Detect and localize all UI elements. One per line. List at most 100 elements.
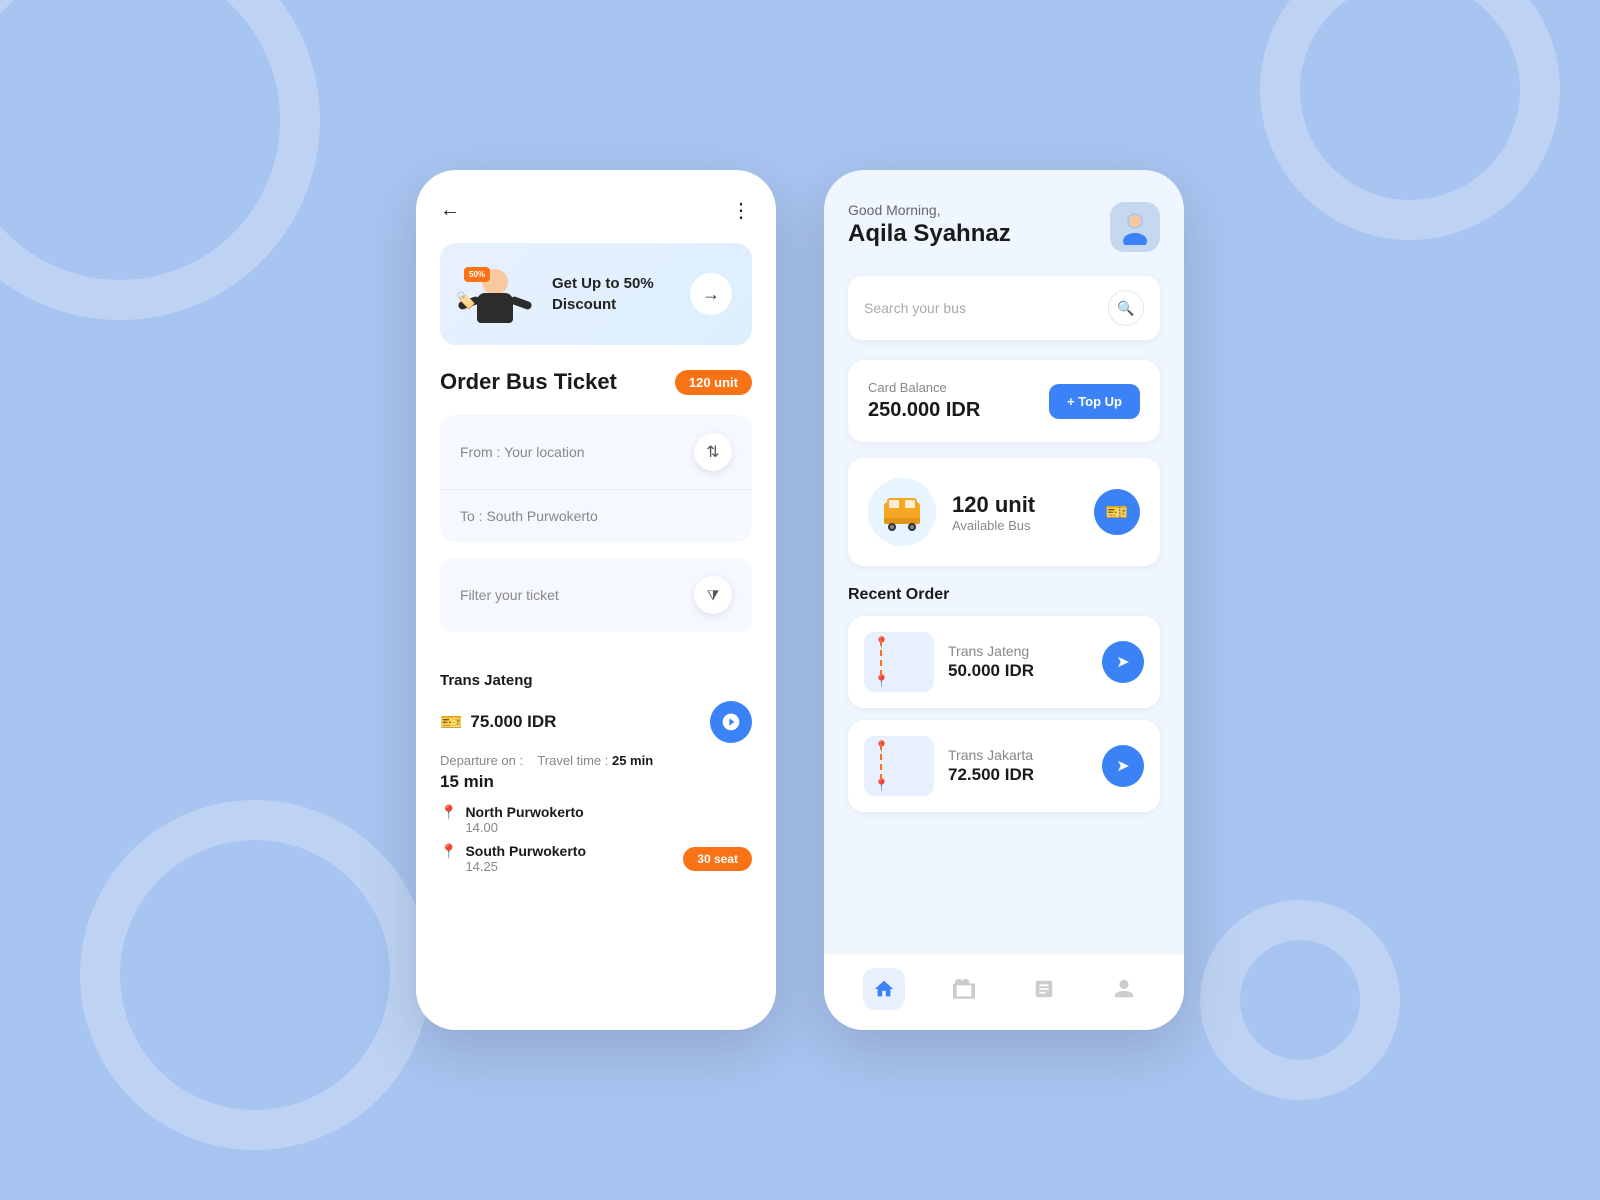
bus-icon [880, 490, 924, 534]
bus-card: 120 unit Available Bus 🎫 [848, 458, 1160, 566]
stop-north-name: North Purwokerto [465, 804, 583, 820]
back-button[interactable]: ← [440, 199, 460, 222]
bus-count: 120 unit [952, 492, 1094, 518]
bus-sub: Available Bus [952, 518, 1094, 533]
greeting-text-block: Good Morning, Aqila Syahnaz [848, 202, 1011, 248]
travel-time-label: Travel time : [537, 753, 608, 768]
result-company-name: Trans Jateng [440, 672, 752, 689]
order-price-1: 50.000 IDR [948, 661, 1102, 681]
phone1-header: ← ⋮ [440, 198, 752, 223]
to-field[interactable]: To : South Purwokerto [440, 490, 752, 542]
phones-container: ← ⋮ 50% 🏷️ Get Up to 50% Discount → [416, 170, 1184, 1030]
stop-south-time: 14.25 [465, 859, 586, 874]
result-card: Trans Jateng 🎫 75.000 IDR Departure on :… [440, 656, 752, 890]
order-details-2: Trans Jakarta 72.500 IDR [934, 747, 1102, 785]
bg-decoration-4 [1200, 900, 1400, 1100]
filter-section[interactable]: Filter your ticket ⧩ [440, 558, 752, 632]
order-title: Order Bus Ticket [440, 369, 617, 395]
stop-north-info: North Purwokerto 14.00 [465, 804, 583, 835]
user-name: Aqila Syahnaz [848, 220, 1011, 248]
swap-button[interactable]: ⇅ [694, 433, 732, 471]
order-company-2: Trans Jakarta [948, 747, 1102, 763]
ticket-circle-button[interactable]: 🎫 [1094, 489, 1140, 535]
phone2-content: Good Morning, Aqila Syahnaz Search your … [824, 170, 1184, 953]
order-title-row: Order Bus Ticket 120 unit [440, 369, 752, 395]
phone-order-ticket: ← ⋮ 50% 🏷️ Get Up to 50% Discount → [416, 170, 776, 1030]
greeting-row: Good Morning, Aqila Syahnaz [848, 202, 1160, 252]
map-line-2 [880, 744, 882, 780]
bg-decoration-3 [1260, 0, 1560, 240]
from-field[interactable]: From : Your location ⇅ [440, 415, 752, 490]
nav-profile-button[interactable] [1103, 968, 1145, 1010]
discount-badge: 50% [464, 267, 490, 282]
stop-north-time: 14.00 [465, 820, 583, 835]
stop-north: 📍 North Purwokerto 14.00 [440, 804, 752, 835]
topup-button[interactable]: + Top Up [1049, 384, 1140, 419]
search-placeholder-text: Search your bus [864, 300, 966, 316]
search-button[interactable]: 🔍 [1108, 290, 1144, 326]
home-icon [873, 978, 895, 1000]
nav-home-button[interactable] [863, 968, 905, 1010]
order-company-1: Trans Jateng [948, 643, 1102, 659]
seat-badge: 30 seat [683, 847, 752, 871]
tag-icon: 🏷️ [456, 291, 476, 311]
promo-banner: 50% 🏷️ Get Up to 50% Discount → [440, 243, 752, 345]
from-label: From : Your location [460, 444, 585, 460]
search-bar[interactable]: Search your bus 🔍 [848, 276, 1160, 340]
order-item-1[interactable]: 📍 📍 Trans Jateng 50.000 IDR ➤ [848, 616, 1160, 708]
order-item-2[interactable]: 📍 📍 Trans Jakarta 72.500 IDR ➤ [848, 720, 1160, 812]
book-icon [721, 712, 741, 732]
recent-order-title: Recent Order [848, 586, 1160, 604]
promo-illustration: 50% 🏷️ [460, 259, 540, 329]
nav-orders-button[interactable] [1023, 968, 1065, 1010]
map-pin-bottom-1: 📍 [874, 674, 889, 688]
stop-south-info: South Purwokerto 14.25 [465, 843, 586, 874]
balance-label: Card Balance [868, 380, 980, 395]
order-map-thumb-2: 📍 📍 [864, 736, 934, 796]
promo-title: Get Up to 50% Discount [552, 273, 690, 315]
order-map-thumb-1: 📍 📍 [864, 632, 934, 692]
navigate-button-1[interactable]: ➤ [1102, 641, 1144, 683]
departure-time: 15 min [440, 772, 752, 792]
balance-amount: 250.000 IDR [868, 399, 980, 422]
pin-red-icon: 📍 [440, 843, 457, 860]
avatar [1110, 202, 1160, 252]
avatar-icon [1117, 209, 1153, 245]
person-torso [477, 293, 513, 323]
phone-home: Good Morning, Aqila Syahnaz Search your … [824, 170, 1184, 1030]
order-price-2: 72.500 IDR [948, 765, 1102, 785]
travel-time-value: 25 min [612, 753, 653, 768]
price-row: 🎫 75.000 IDR [440, 701, 752, 743]
navigate-button-2[interactable]: ➤ [1102, 745, 1144, 787]
map-line-1 [880, 640, 882, 676]
map-pin-bottom-2: 📍 [874, 778, 889, 792]
departure-label: Departure on : [440, 753, 523, 768]
result-price: 75.000 IDR [470, 712, 556, 732]
stop-south-left: 📍 South Purwokerto 14.25 [440, 843, 586, 874]
filter-button[interactable]: ⧩ [694, 576, 732, 614]
ticket-icon: 🎫 [440, 712, 462, 733]
greeting-label: Good Morning, [848, 202, 1011, 218]
balance-info: Card Balance 250.000 IDR [868, 380, 980, 422]
bg-decoration-2 [80, 800, 430, 1150]
to-label: To : South Purwokerto [460, 508, 598, 524]
pin-blue-icon: 📍 [440, 804, 457, 821]
unit-badge: 120 unit [675, 370, 752, 395]
departure-info: Departure on : Travel time : 25 min [440, 753, 752, 768]
profile-icon [1113, 978, 1135, 1000]
bus-info: 120 unit Available Bus [936, 492, 1094, 533]
stop-south-row: 📍 South Purwokerto 14.25 30 seat [440, 843, 752, 874]
book-button[interactable] [710, 701, 752, 743]
tickets-icon [953, 978, 975, 1000]
order-details-1: Trans Jateng 50.000 IDR [934, 643, 1102, 681]
price-left: 🎫 75.000 IDR [440, 712, 556, 733]
nav-tickets-button[interactable] [943, 968, 985, 1010]
more-menu-button[interactable]: ⋮ [731, 198, 752, 223]
balance-card: Card Balance 250.000 IDR + Top Up [848, 360, 1160, 442]
bg-decoration-1 [0, 0, 320, 320]
bottom-nav [824, 953, 1184, 1030]
bus-icon-wrap [868, 478, 936, 546]
filter-label: Filter your ticket [460, 587, 559, 603]
promo-arrow-button[interactable]: → [690, 273, 732, 315]
orders-icon [1033, 978, 1055, 1000]
